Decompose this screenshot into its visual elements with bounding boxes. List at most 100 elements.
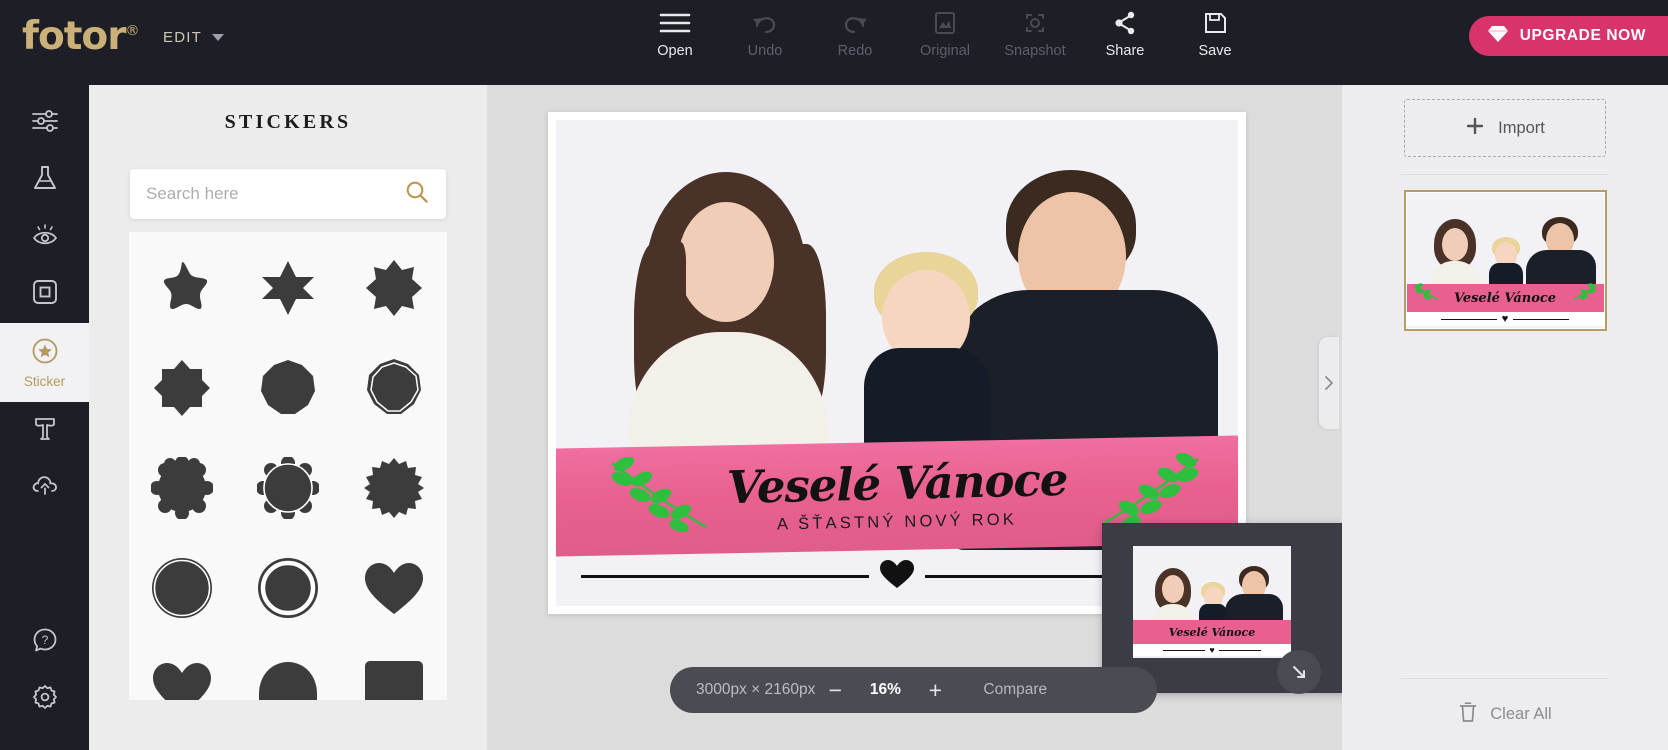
sticker-shape-grid [129,232,447,700]
tool-original[interactable]: Original [900,10,990,59]
edit-mode-label: EDIT [163,29,202,46]
resize-arrow-icon [1293,666,1305,678]
import-button[interactable]: Import [1404,99,1606,157]
heart-icon [879,559,915,594]
top-toolbar: fotor® EDIT Open Undo Redo Original Snap… [0,0,1668,85]
upgrade-now-label: UPGRADE NOW [1519,27,1646,44]
sticker-search-box[interactable] [130,169,446,219]
zoom-out-button[interactable]: − [815,677,855,704]
panel-collapse-handle[interactable] [1319,337,1339,429]
sticker-shape-rounded-star-5[interactable] [143,249,221,327]
tool-undo-label: Undo [747,43,783,59]
chevron-down-icon [211,34,224,41]
save-disk-icon [1201,10,1229,36]
tool-open[interactable]: Open [630,10,720,59]
tool-share[interactable]: Share [1080,10,1170,59]
sticker-shape-dome[interactable] [249,649,327,700]
upgrade-now-button[interactable]: UPGRADE NOW [1468,16,1668,56]
image-dimensions-label: 3000px × 2160px [696,681,816,698]
text-t-icon [32,414,58,447]
left-rail-bottom-group: ? [0,614,89,728]
sticker-shape-octagon-star[interactable] [143,349,221,427]
sidebar-item-text[interactable] [0,402,89,459]
tool-save-label: Save [1198,43,1232,59]
sidebar-item-effects[interactable] [0,152,89,209]
svg-text:?: ? [41,633,48,647]
chevron-right-icon [1325,376,1333,390]
fotor-logo[interactable]: fotor® [22,14,139,59]
sticker-shape-scalloped-nonagon-outline[interactable] [355,349,433,427]
sidebar-item-settings[interactable] [0,671,89,728]
search-input[interactable] [146,184,404,204]
sidebar-item-frame[interactable] [0,266,89,323]
trash-icon [1458,701,1478,728]
sticker-shape-heart[interactable] [355,549,433,627]
diamond-icon [1487,25,1509,48]
snapshot-icon [1021,10,1049,36]
sidebar-item-adjust[interactable] [0,95,89,152]
star-badge-icon [30,336,60,371]
tool-snapshot-label: Snapshot [1004,43,1066,59]
undo-icon [750,10,780,36]
sidebar-item-sticker[interactable]: Sticker [0,323,89,402]
zoom-control-bar: 3000px × 2160px − 16% + Compare [670,667,1157,713]
toolbar-actions: Open Undo Redo Original Snapshot Share S… [630,10,1260,59]
sticker-shape-cloud-circle[interactable] [143,449,221,527]
sidebar-item-sticker-label: Sticker [23,374,66,389]
fotor-editor-window: fotor® EDIT Open Undo Redo Original Snap… [0,0,1668,750]
clear-all-button[interactable]: Clear All [1342,701,1668,728]
sticker-shape-circle-thin-ring[interactable] [143,549,221,627]
tool-share-label: Share [1105,43,1145,59]
sticker-shape-heart-2[interactable] [143,649,221,700]
canvas-stage: Veselé Vánoce A ŠŤASTNÝ NOVÝ ROK Veselé … [487,85,1347,750]
zoom-in-button[interactable]: + [915,677,955,704]
sticker-shape-star-8[interactable] [355,249,433,327]
rule-left [581,574,869,578]
sticker-shape-rounded-square[interactable] [355,649,433,700]
original-image-icon [931,10,959,36]
sticker-shape-star-6[interactable] [249,249,327,327]
edit-mode-dropdown[interactable]: EDIT [163,29,224,46]
help-question-icon: ? [31,626,59,659]
stickers-panel-title: STICKERS [224,111,352,133]
greeting-main-text: Veselé Vánoce [726,452,1068,514]
hamburger-icon [658,10,692,36]
greeting-sub-text: A ŠŤASTNÝ NOVÝ ROK [776,509,1018,534]
cloud-upload-icon [30,472,60,503]
sliders-adjust-icon [30,108,60,139]
tool-redo-label: Redo [837,43,873,59]
redo-icon [840,10,870,36]
tool-open-label: Open [657,43,693,59]
share-icon [1111,10,1139,36]
zoom-level-label: 16% [869,681,901,698]
compare-button[interactable]: Compare [983,681,1047,699]
navigator-preview: Veselé Vánoce ♥ [1133,546,1291,658]
right-panel-divider-bottom [1401,678,1609,679]
import-label: Import [1498,118,1545,137]
sticker-shape-scalloped-circle-outline[interactable] [249,449,327,527]
tool-redo[interactable]: Redo [810,10,900,59]
tool-undo[interactable]: Undo [720,10,810,59]
sticker-shape-nonagon[interactable] [249,349,327,427]
flask-effects-icon [31,164,59,197]
sticker-shape-circle-thick-ring[interactable] [249,549,327,627]
stickers-panel: STICKERS [89,85,487,750]
search-icon[interactable] [404,179,430,210]
navigator-resize-button[interactable] [1277,650,1321,694]
plus-icon [1465,116,1485,141]
tool-snapshot[interactable]: Snapshot [990,10,1080,59]
sticker-shape-burst-circle[interactable] [355,449,433,527]
right-panel-divider-top [1401,174,1609,175]
sidebar-item-help[interactable]: ? [0,614,89,671]
frame-icon [31,278,59,311]
left-tool-rail: Sticker ? [0,85,89,750]
sidebar-item-beauty[interactable] [0,209,89,266]
right-layers-panel: Import Veselé Vánoce ♥ Clear All [1342,85,1668,750]
tool-save[interactable]: Save [1170,10,1260,59]
right-panel-footer: Clear All [1342,661,1668,728]
settings-gear-icon [31,683,59,716]
sidebar-item-upload[interactable] [0,459,89,516]
clear-all-label: Clear All [1490,705,1552,723]
image-thumbnail[interactable]: Veselé Vánoce ♥ [1403,190,1607,331]
tool-original-label: Original [920,43,970,59]
